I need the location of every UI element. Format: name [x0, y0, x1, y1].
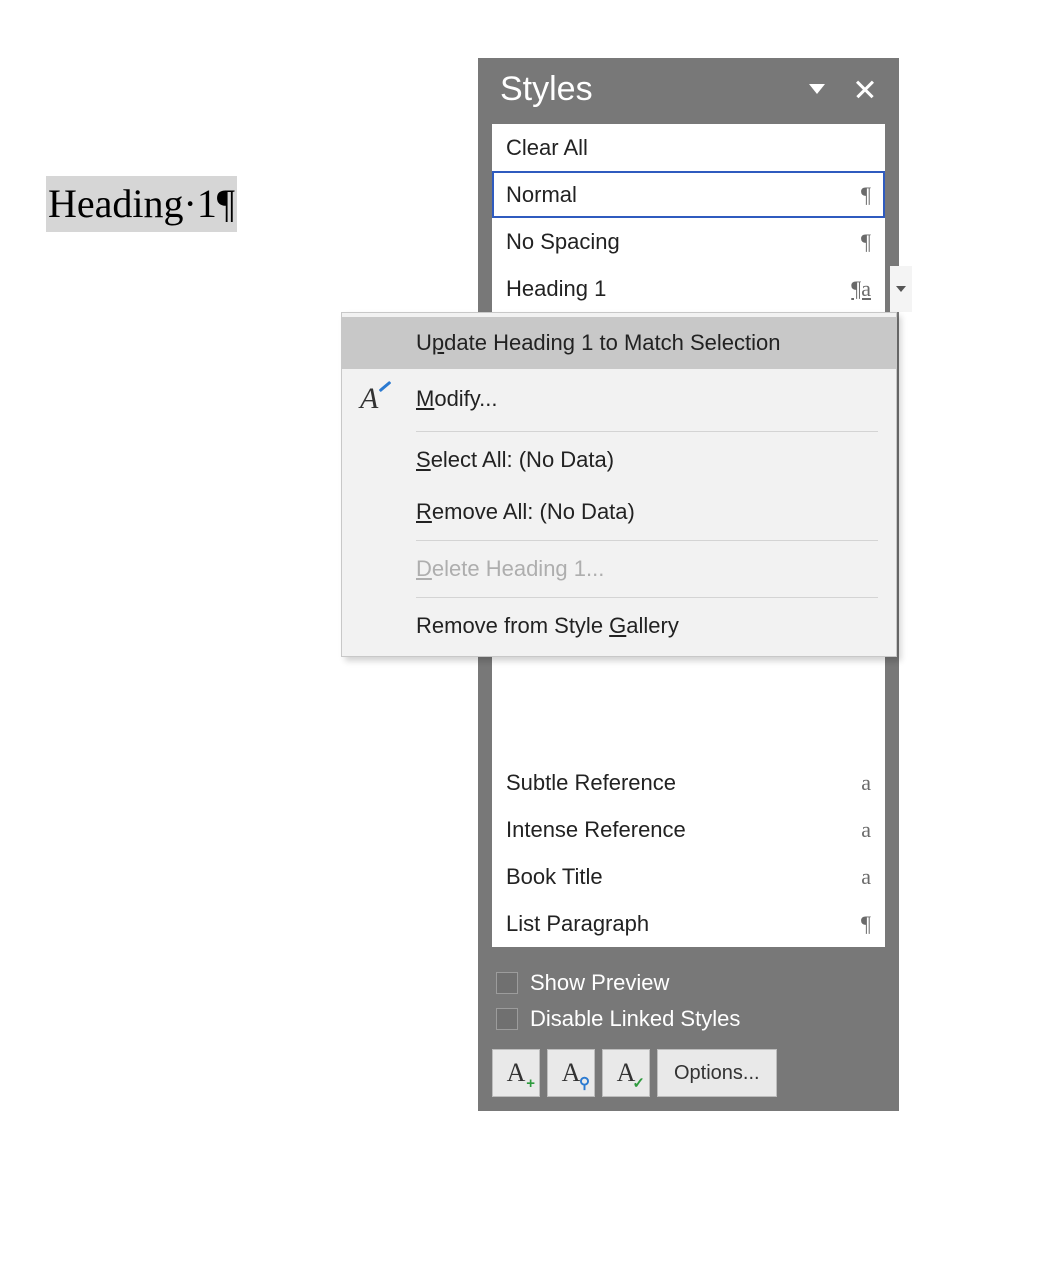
menu-remove-from-gallery[interactable]: Remove from Style Gallery: [342, 600, 896, 652]
checkbox-icon: [496, 972, 518, 994]
style-item-subtle-reference[interactable]: Subtle Reference a: [492, 759, 885, 806]
chevron-down-icon: [809, 84, 825, 94]
style-item-book-title[interactable]: Book Title a: [492, 853, 885, 900]
style-item-label: Subtle Reference: [506, 770, 837, 796]
style-item-label: Normal: [506, 182, 837, 208]
menu-label: Remove All: (No Data): [416, 499, 635, 525]
chevron-down-icon: [896, 286, 906, 292]
pane-close-button[interactable]: [847, 71, 883, 107]
style-item-heading-1[interactable]: Heading 1 ¶a: [492, 265, 885, 312]
character-style-icon: a: [837, 817, 871, 843]
styles-pane-header: Styles: [478, 58, 899, 124]
menu-modify[interactable]: A Modify...: [342, 369, 896, 429]
menu-remove-all[interactable]: Remove All: (No Data): [342, 486, 896, 538]
new-style-button[interactable]: A+: [492, 1049, 540, 1097]
footer-buttons: A+ A⚲ A✓ Options...: [492, 1049, 885, 1097]
style-item-label: Intense Reference: [506, 817, 837, 843]
character-style-icon: a: [837, 864, 871, 890]
manage-styles-button[interactable]: A✓: [602, 1049, 650, 1097]
checkbox-icon: [496, 1008, 518, 1030]
paragraph-icon: ¶: [837, 182, 871, 208]
style-item-label: No Spacing: [506, 229, 837, 255]
document-selected-text: Heading·1¶: [46, 176, 237, 232]
linked-style-icon: ¶a: [837, 276, 871, 302]
styles-pane-title: Styles: [500, 70, 787, 109]
style-item-label: Heading 1: [506, 276, 837, 302]
menu-separator: [416, 540, 878, 541]
disable-linked-label: Disable Linked Styles: [530, 1006, 740, 1032]
pencil-icon: A: [360, 382, 378, 416]
style-item-intense-reference[interactable]: Intense Reference a: [492, 806, 885, 853]
menu-label: Modify...: [416, 386, 498, 412]
pane-menu-button[interactable]: [799, 71, 835, 107]
menu-label: Remove from Style Gallery: [416, 613, 679, 639]
menu-label: Delete Heading 1...: [416, 556, 604, 582]
menu-update-to-match[interactable]: Update Heading 1 to Match Selection: [342, 317, 896, 369]
menu-select-all[interactable]: Select All: (No Data): [342, 434, 896, 486]
style-item-no-spacing[interactable]: No Spacing ¶: [492, 218, 885, 265]
style-item-label: Book Title: [506, 864, 837, 890]
paragraph-icon: ¶: [837, 229, 871, 255]
options-button[interactable]: Options...: [657, 1049, 777, 1097]
paragraph-icon: ¶: [837, 911, 871, 937]
character-style-icon: a: [837, 770, 871, 796]
style-item-label: List Paragraph: [506, 911, 837, 937]
menu-icon-slot: A: [360, 382, 416, 416]
style-item-list-paragraph[interactable]: List Paragraph ¶: [492, 900, 885, 947]
menu-delete-style: Delete Heading 1...: [342, 543, 896, 595]
disable-linked-checkbox-row[interactable]: Disable Linked Styles: [492, 1001, 885, 1037]
styles-pane-footer: Show Preview Disable Linked Styles A+ A⚲…: [478, 961, 899, 1111]
style-inspector-button[interactable]: A⚲: [547, 1049, 595, 1097]
style-item-dropdown-button[interactable]: [890, 266, 912, 312]
menu-separator: [416, 431, 878, 432]
style-item-label: Clear All: [506, 135, 837, 161]
style-context-menu: Update Heading 1 to Match Selection A Mo…: [341, 312, 897, 657]
style-item-normal[interactable]: Normal ¶: [492, 171, 885, 218]
show-preview-label: Show Preview: [530, 970, 669, 996]
menu-label: Update Heading 1 to Match Selection: [416, 330, 780, 356]
style-item-clear-all[interactable]: Clear All: [492, 124, 885, 171]
close-icon: [854, 78, 876, 100]
show-preview-checkbox-row[interactable]: Show Preview: [492, 965, 885, 1001]
menu-label: Select All: (No Data): [416, 447, 614, 473]
menu-separator: [416, 597, 878, 598]
